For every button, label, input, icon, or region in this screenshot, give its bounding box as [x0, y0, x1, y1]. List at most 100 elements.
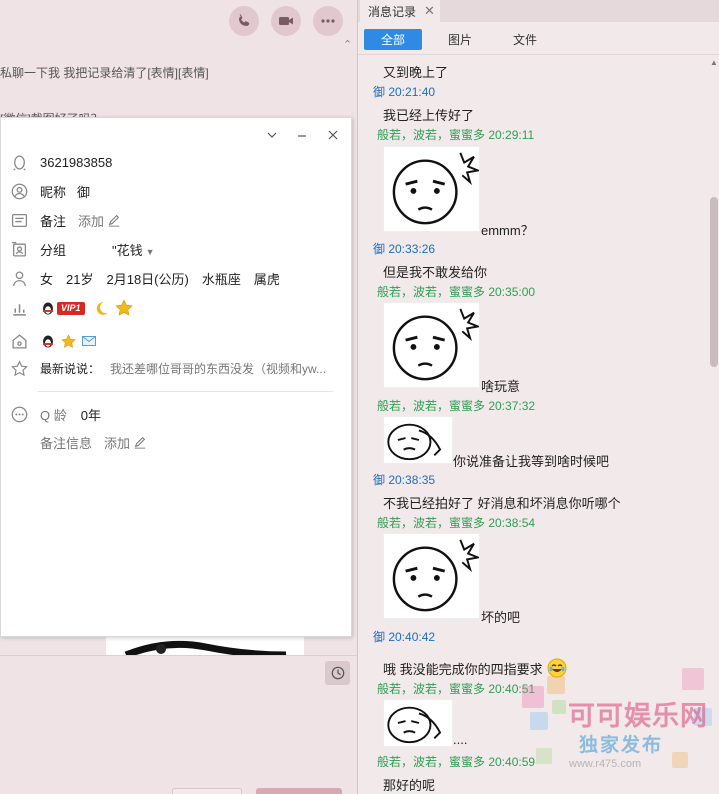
star-level-icon[interactable]	[114, 299, 133, 317]
input-divider	[0, 655, 357, 656]
sticker-image[interactable]	[383, 699, 453, 747]
message-text: 哦 我没能完成你的四指要求	[383, 658, 567, 681]
filter-images[interactable]: 图片	[437, 29, 483, 50]
edit-pencil-icon[interactable]	[106, 210, 122, 230]
group-label: 分组	[40, 242, 67, 258]
sticker-caption: 啥玩意	[481, 379, 521, 394]
age: 21岁	[66, 271, 94, 287]
qq-number-row: 3621983858	[9, 150, 335, 174]
facepalm-sticker-icon	[387, 423, 442, 461]
nickname-row: 昵称 御	[9, 179, 335, 203]
sticker-image[interactable]	[383, 302, 480, 388]
laughing-emoji-icon	[547, 658, 567, 681]
phone-icon	[238, 14, 250, 26]
tab-title: 消息记录	[368, 4, 417, 19]
message-header: 御 20:21:40	[373, 85, 436, 99]
face-sticker-icon	[392, 308, 479, 381]
minimize-icon[interactable]	[293, 126, 311, 144]
remark-add-link[interactable]: 添加	[78, 211, 104, 230]
id-card-icon	[9, 210, 29, 230]
chinese-zodiac: 属虎	[253, 271, 280, 287]
dropdown-caret-icon: ▼	[145, 246, 155, 257]
message-text: 我已经上传好了	[383, 108, 475, 123]
remark-row: 备注 添加	[9, 208, 335, 232]
message-text: 又到晚上了	[383, 65, 449, 80]
more-circle-icon	[9, 404, 29, 424]
remark-info-add-link[interactable]: 添加	[104, 433, 130, 452]
group-value: "花钱	[112, 242, 143, 258]
message-text-body: 哦 我没能完成你的四指要求	[383, 662, 543, 677]
star-service-icon[interactable]	[61, 333, 76, 349]
group-row: 分组 "花钱 ▼	[9, 237, 335, 261]
qq-service-icon[interactable]	[40, 333, 56, 349]
star-outline-icon	[9, 358, 29, 378]
remark-info-label: 备注信息	[40, 435, 93, 451]
message-header: 般若，波若，蜜蜜多 20:35:00	[377, 285, 536, 299]
profile-card: 3621983858 昵称 御 备注 添加 分组 "花钱 ▼ 女 21岁 2月1…	[0, 117, 352, 637]
expand-chevron-icon[interactable]	[263, 126, 281, 144]
sticker-caption: 你说准备让我等到啥时候吧	[453, 454, 610, 469]
message-text: 不我已经拍好了 好消息和坏消息你听哪个	[383, 496, 621, 511]
house-icon	[9, 331, 29, 351]
edit-pencil-icon[interactable]	[132, 432, 148, 452]
nickname-label: 昵称	[40, 184, 67, 200]
message-text: 那好的呢	[383, 778, 436, 793]
section-divider	[38, 391, 333, 392]
scroll-up-icon[interactable]: ▲	[710, 58, 718, 67]
filter-all[interactable]: 全部	[364, 29, 422, 50]
voice-call-button[interactable]	[229, 6, 259, 36]
scrollbar-thumb[interactable]	[710, 197, 718, 367]
latest-post-text: 我还差哪位哥哥的东西没发（视频和yw...	[110, 361, 327, 376]
mail-icon[interactable]	[81, 333, 97, 349]
sticker-image-icon	[124, 640, 287, 655]
clock-icon	[331, 666, 344, 680]
message-text: 但是我不敢发给你	[383, 265, 488, 280]
remark-label: 备注	[40, 213, 67, 229]
qq-age-label: Q 龄	[40, 407, 67, 423]
collapse-chevron-icon[interactable]: ⌃	[343, 38, 352, 51]
nickname-value: 御	[77, 184, 91, 200]
sticker-image[interactable]	[383, 416, 453, 464]
send-button[interactable]	[256, 788, 342, 794]
close-button[interactable]	[172, 788, 242, 794]
chat-pane: ⌃ 私聊一下我 我把记录给清了[表情][表情] [微信]截图好了吗？ 36219…	[0, 0, 357, 794]
message-header: 般若，波若，蜜蜜多 20:38:54	[377, 516, 536, 530]
message-header: 御 20:38:35	[373, 473, 436, 487]
message-header: 御 20:40:42	[373, 630, 436, 644]
more-options-button[interactable]	[313, 6, 343, 36]
personal-info-row: 女 21岁 2月18日(公历) 水瓶座 属虎	[9, 266, 335, 290]
filter-divider	[358, 54, 719, 55]
latest-post-label: 最新说说：	[40, 361, 101, 376]
close-icon[interactable]	[324, 126, 342, 144]
video-call-button[interactable]	[271, 6, 301, 36]
services-row	[9, 329, 335, 353]
chat-image[interactable]	[106, 637, 304, 655]
tab-message-history[interactable]: 消息记录 ✕	[360, 0, 440, 22]
person-icon	[9, 268, 29, 288]
level-row: VIP1	[9, 296, 335, 320]
sticker-caption: 坏的吧	[481, 610, 521, 625]
history-tab-bar: 消息记录 ✕	[358, 0, 719, 22]
filter-files[interactable]: 文件	[503, 29, 547, 50]
message-history-panel: 消息记录 ✕ 全部 图片 文件 ▲ 又到晚上了 御 20:21:40 我已经上传…	[357, 0, 719, 794]
group-dropdown[interactable]: "花钱 ▼	[112, 240, 155, 259]
qq-age-value: 0年	[80, 407, 101, 423]
latest-post-row[interactable]: 最新说说： 我还差哪位哥哥的东西没发（视频和yw...	[9, 356, 335, 380]
vip-badge[interactable]: VIP1	[57, 301, 85, 315]
sticker-caption: emmm？	[481, 223, 534, 238]
qq-penguin-icon	[9, 152, 29, 172]
sticker-caption: ....	[453, 732, 468, 747]
zodiac: 水瓶座	[201, 271, 241, 287]
group-card-icon	[9, 239, 29, 259]
moon-level-icon[interactable]	[93, 300, 110, 317]
message-header: 御 20:33:26	[373, 242, 436, 256]
penguin-badge-icon[interactable]	[40, 300, 56, 316]
face-sticker-icon	[392, 539, 479, 612]
close-tab-icon[interactable]: ✕	[424, 3, 435, 19]
more-dots-icon	[321, 19, 335, 23]
message-history-button[interactable]	[325, 661, 350, 685]
gender: 女	[40, 271, 54, 287]
sticker-image[interactable]	[383, 533, 480, 619]
sticker-image[interactable]	[383, 146, 480, 232]
message-header: 般若，波若，蜜蜜多 20:40:59	[377, 755, 536, 769]
